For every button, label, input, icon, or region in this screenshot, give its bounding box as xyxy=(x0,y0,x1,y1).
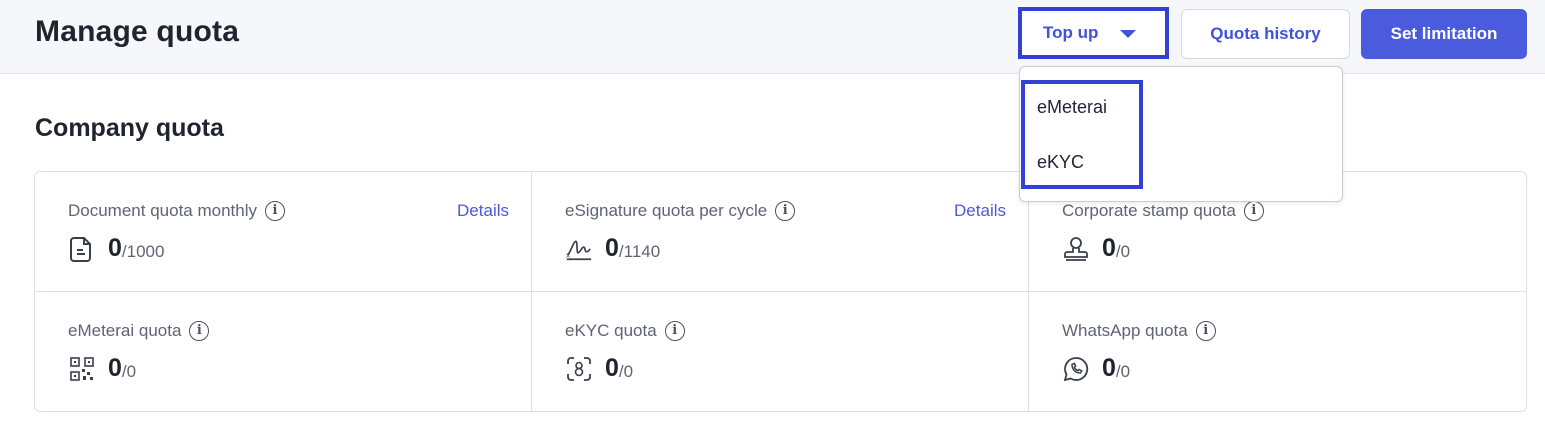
stamp-icon xyxy=(1062,235,1090,263)
details-link[interactable]: Details xyxy=(954,201,1006,221)
dropdown-item-emeterai[interactable]: eMeterai xyxy=(1037,97,1107,118)
quota-card-esignature: eSignature quota per cycle i Details x 0… xyxy=(532,172,1028,291)
quota-used: 0 xyxy=(108,234,122,262)
quota-label: eMeterai quota xyxy=(68,321,182,340)
quota-limit: /0 xyxy=(1115,361,1131,381)
document-icon xyxy=(68,235,96,263)
dropdown-item-ekyc[interactable]: eKYC xyxy=(1037,152,1084,173)
quota-label: Document quota monthly xyxy=(68,201,257,220)
quota-used: 0 xyxy=(1102,354,1116,382)
info-icon[interactable]: i xyxy=(265,201,285,221)
quota-limit: /0 xyxy=(121,361,137,381)
page-header: Manage quota Top up Quota history Set li… xyxy=(0,0,1545,74)
info-icon[interactable]: i xyxy=(664,321,685,341)
quota-history-button[interactable]: Quota history xyxy=(1181,9,1350,59)
details-link[interactable]: Details xyxy=(457,201,509,221)
quota-used: 0 xyxy=(605,234,619,262)
quota-label: eKYC quota xyxy=(565,321,657,340)
section-title: Company quota xyxy=(35,114,224,142)
quota-card-emeterai: eMeterai quota i 0 /0 xyxy=(35,292,531,411)
page-title: Manage quota xyxy=(35,15,240,48)
quota-card-ekyc: eKYC quota i 0 /0 xyxy=(532,292,1028,411)
quota-grid: Document quota monthly i Details 0 /1000… xyxy=(34,171,1527,412)
quota-used: 0 xyxy=(108,354,122,382)
set-limitation-button[interactable]: Set limitation xyxy=(1361,9,1527,59)
quota-label: Corporate stamp quota xyxy=(1062,201,1236,220)
top-up-button[interactable]: Top up xyxy=(1018,7,1169,59)
top-up-dropdown-menu: eMeterai eKYC xyxy=(1019,66,1343,202)
quota-limit: /0 xyxy=(618,361,634,381)
quota-used: 0 xyxy=(1102,234,1116,262)
quota-used: 0 xyxy=(605,354,619,382)
qr-code-icon xyxy=(68,355,96,383)
quota-limit: /0 xyxy=(1115,241,1131,261)
info-icon[interactable]: i xyxy=(1195,321,1216,341)
quota-card-whatsapp: WhatsApp quota i 0 /0 xyxy=(1029,292,1525,411)
face-scan-icon xyxy=(565,355,593,383)
top-up-label: Top up xyxy=(1043,23,1099,42)
info-icon[interactable]: i xyxy=(775,201,796,221)
svg-text:x: x xyxy=(566,250,571,259)
quota-card-document: Document quota monthly i Details 0 /1000 xyxy=(35,172,531,291)
quota-limit: /1140 xyxy=(618,241,661,261)
caret-down-icon xyxy=(1120,30,1137,38)
info-icon[interactable]: i xyxy=(189,321,210,341)
quota-limit: /1000 xyxy=(121,241,165,261)
signature-icon: x xyxy=(565,235,593,263)
quota-label: WhatsApp quota xyxy=(1062,321,1188,340)
whatsapp-icon xyxy=(1062,355,1090,383)
info-icon[interactable]: i xyxy=(1243,201,1264,221)
quota-label: eSignature quota per cycle xyxy=(565,201,768,220)
